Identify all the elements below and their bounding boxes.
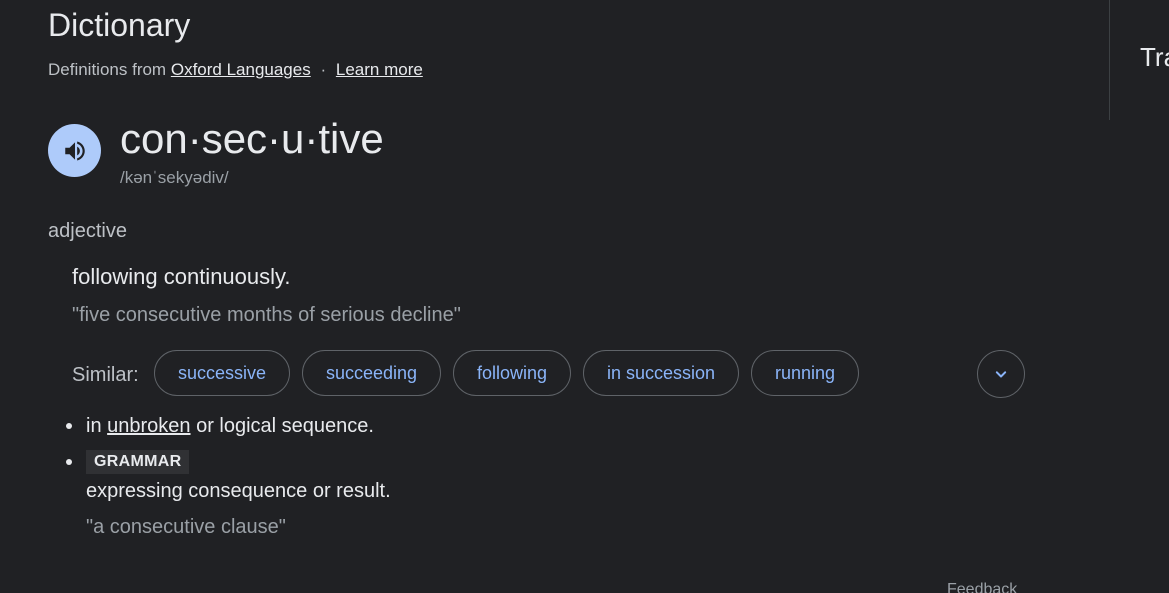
grammar-label-badge: GRAMMAR [86,450,190,474]
similar-chip-succeeding[interactable]: succeeding [302,350,441,396]
similar-chip-following[interactable]: following [453,350,571,396]
sense-2-example: "a consecutive clause" [86,516,286,538]
oxford-languages-link[interactable]: Oxford Languages [171,60,311,79]
pronounce-button[interactable] [48,124,101,177]
similar-chip-in-succession[interactable]: in succession [583,350,739,396]
headword: con·sec·u·tive [120,115,384,162]
source-prefix: Definitions from [48,60,167,79]
definitions-source: Definitions from Oxford Languages · Lear… [48,59,423,81]
side-panel-peek-title: Tra [1140,42,1169,72]
sense-1-prefix: in [86,415,108,437]
similar-label: Similar: [72,364,139,386]
panel-divider [1109,0,1110,120]
sense-1-definition: in unbroken or logical sequence. [86,413,374,439]
definition-1: following continuously. [72,264,291,289]
learn-more-link[interactable]: Learn more [336,60,423,79]
bullet-sense-1 [66,423,72,429]
source-separator: · [320,60,327,79]
part-of-speech: adjective [48,220,127,242]
example-1: "five consecutive months of serious decl… [72,304,461,326]
unbroken-link[interactable]: unbroken [107,415,190,437]
sense-2-definition: expressing consequence or result. [86,480,391,502]
chevron-down-icon [995,371,1007,378]
speaker-icon [64,140,85,161]
expand-similar-button[interactable] [977,350,1025,398]
bullet-sense-2 [66,459,72,465]
similar-chip-successive[interactable]: successive [154,350,290,396]
dictionary-panel: Dictionary Definitions from Oxford Langu… [0,0,1169,593]
page-title: Dictionary [48,7,191,43]
sense-1-suffix: or logical sequence. [190,415,374,437]
phonetic-spelling: /kənˈsekyədiv/ [120,168,229,187]
feedback-link[interactable]: Feedback [947,580,1017,593]
similar-chip-running[interactable]: running [751,350,859,396]
